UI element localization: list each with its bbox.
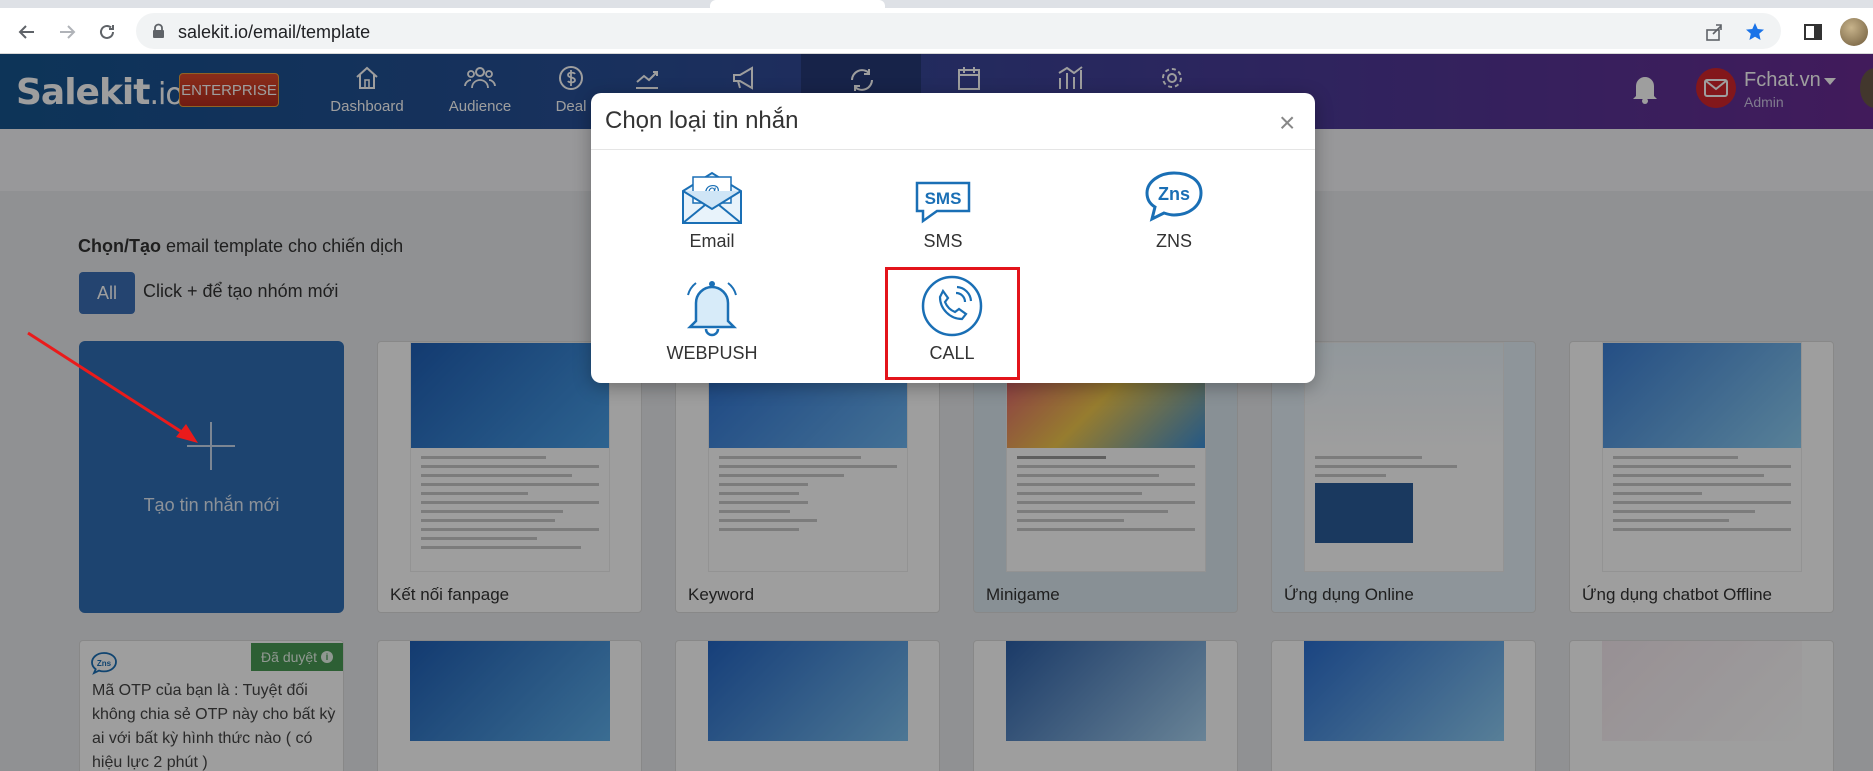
option-webpush[interactable]: WEBPUSH	[642, 279, 782, 364]
email-envelope-icon: @	[682, 171, 742, 224]
share-icon[interactable]	[1704, 21, 1726, 43]
address-bar[interactable]: salekit.io/email/template	[136, 13, 1781, 49]
sms-bubble-icon: SMS	[915, 181, 971, 224]
option-sms-label: SMS	[923, 231, 963, 251]
message-type-modal: Chọn loại tin nhắn × @ Email SMS SMS	[591, 93, 1315, 383]
option-zns-label: ZNS	[1156, 231, 1192, 251]
browser-tabstrip	[0, 0, 1873, 8]
svg-text:Zns: Zns	[1158, 184, 1190, 204]
option-email-label: Email	[689, 231, 735, 251]
option-zns[interactable]: Zns ZNS	[1104, 167, 1244, 252]
reload-icon[interactable]	[94, 19, 120, 45]
url-text: salekit.io/email/template	[178, 22, 371, 42]
side-panel-icon[interactable]	[1801, 20, 1825, 44]
forward-icon[interactable]	[54, 19, 80, 45]
back-icon[interactable]	[14, 19, 40, 45]
modal-divider	[591, 149, 1315, 150]
svg-text:SMS: SMS	[925, 189, 962, 208]
zns-bubble-icon: Zns	[1145, 171, 1203, 222]
modal-title: Chọn loại tin nhắn	[605, 107, 799, 134]
browser-profile-avatar[interactable]	[1840, 18, 1868, 46]
call-highlight-box	[885, 267, 1020, 380]
bookmark-star-icon[interactable]	[1744, 21, 1766, 43]
option-email[interactable]: @ Email	[642, 167, 782, 252]
lock-icon	[153, 23, 164, 38]
option-webpush-label: WEBPUSH	[666, 343, 758, 363]
close-icon[interactable]: ×	[1279, 107, 1295, 139]
option-sms[interactable]: SMS SMS	[873, 167, 1013, 252]
bell-icon	[686, 281, 738, 337]
browser-active-tab[interactable]	[710, 0, 885, 8]
browser-toolbar: salekit.io/email/template	[0, 8, 1873, 54]
